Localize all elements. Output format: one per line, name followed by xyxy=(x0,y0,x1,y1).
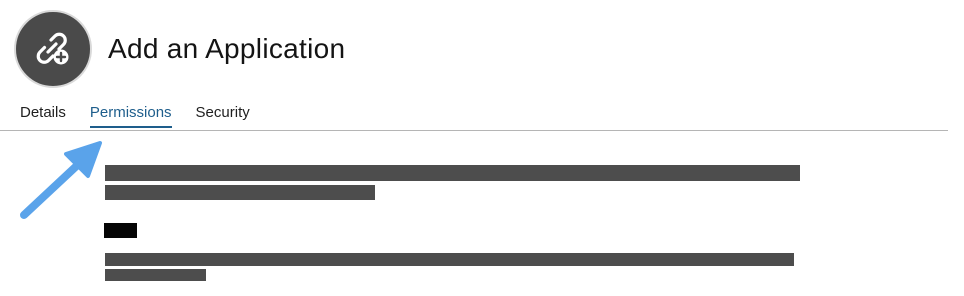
tab-security[interactable]: Security xyxy=(196,104,250,125)
tab-permissions[interactable]: Permissions xyxy=(89,104,172,128)
tab-details[interactable]: Details xyxy=(20,104,66,125)
redacted-text-block xyxy=(105,185,375,200)
redacted-text-block xyxy=(105,269,206,281)
tab-divider xyxy=(0,130,948,131)
redacted-text-block xyxy=(104,223,137,238)
page-header: Add an Application xyxy=(14,9,345,89)
redacted-text-block xyxy=(105,165,800,181)
tab-bar: Details Permissions Security xyxy=(20,104,274,128)
app-avatar xyxy=(14,10,92,88)
redacted-text-block xyxy=(105,253,794,266)
link-add-icon xyxy=(36,32,69,65)
page-title: Add an Application xyxy=(108,33,346,64)
arrow-pointer-icon xyxy=(20,141,102,219)
